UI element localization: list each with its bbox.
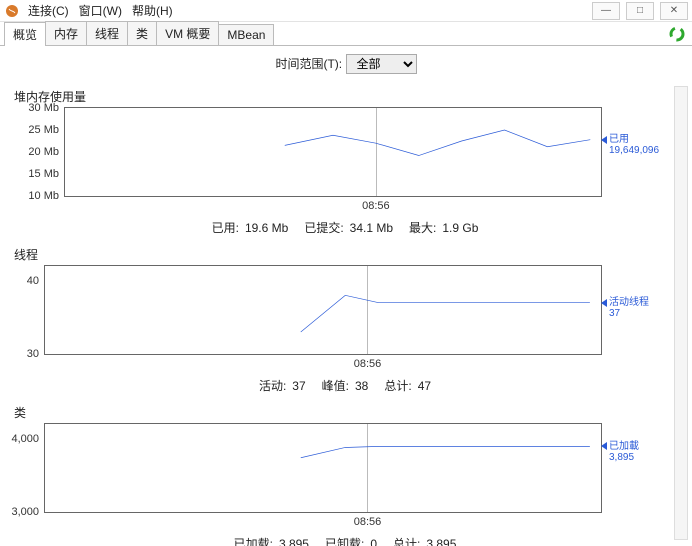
stat-value: 3,895 xyxy=(426,537,456,546)
y-tick: 3,000 xyxy=(11,506,45,518)
stat-value: 38 xyxy=(355,379,368,393)
panel-title-classes: 类 xyxy=(14,404,670,421)
stat-value: 34.1 Mb xyxy=(350,221,393,235)
stat-label: 已加载: xyxy=(234,537,273,546)
stat-label: 总计: xyxy=(393,537,420,546)
stat-value: 37 xyxy=(292,379,305,393)
chart-heap: 10 Mb15 Mb20 Mb25 Mb30 Mb08:56已用19,649,0… xyxy=(10,107,664,217)
window-minimize-button[interactable]: — xyxy=(592,2,620,20)
series-annotation: 活动线程37 xyxy=(601,297,649,319)
chart-classes: 3,000 4,000 08:56 已加載3,895 xyxy=(10,423,664,533)
stat-label: 已用: xyxy=(212,221,239,235)
menu-window[interactable]: 窗口(W) xyxy=(75,0,126,21)
tab-classes[interactable]: 类 xyxy=(127,21,157,45)
stat-label: 活动: xyxy=(259,379,286,393)
stat-value: 3,895 xyxy=(279,537,309,546)
tab-mbean[interactable]: MBean xyxy=(218,24,274,45)
y-tick: 25 Mb xyxy=(11,124,65,136)
plot-area: 10 Mb15 Mb20 Mb25 Mb30 Mb08:56已用19,649,0… xyxy=(64,107,602,197)
chart-threads: 30 40 08:56 活动线程37 xyxy=(10,265,664,375)
window-close-button[interactable]: ✕ xyxy=(660,2,688,20)
menubar: 连接(C) 窗口(W) 帮助(H) — □ ✕ xyxy=(0,0,692,22)
vertical-scrollbar[interactable] xyxy=(674,86,688,540)
stat-label: 峰值: xyxy=(322,379,349,393)
series-annotation: 已用19,649,096 xyxy=(601,134,659,156)
activity-icon xyxy=(668,25,686,43)
y-tick: 20 Mb xyxy=(11,146,65,158)
window-maximize-button[interactable]: □ xyxy=(626,2,654,20)
y-tick: 30 xyxy=(11,348,45,360)
y-tick: 10 Mb xyxy=(11,190,65,202)
series-line xyxy=(65,108,601,196)
tab-threads[interactable]: 线程 xyxy=(86,21,128,45)
tab-memory[interactable]: 内存 xyxy=(45,21,87,45)
x-tick: 08:56 xyxy=(354,516,382,528)
stats-classes: 已加载: 3,895 已卸载: 0 总计: 3,895 xyxy=(4,533,670,546)
stats-threads: 活动: 37 峰值: 38 总计: 47 xyxy=(4,375,670,402)
stat-value: 1.9 Gb xyxy=(442,221,478,235)
stat-label: 总计: xyxy=(384,379,411,393)
java-icon xyxy=(4,3,20,19)
stat-label: 最大: xyxy=(409,221,436,235)
tabbar: 概览 内存 线程 类 VM 概要 MBean xyxy=(0,22,692,46)
y-tick: 15 Mb xyxy=(11,168,65,180)
tab-vm[interactable]: VM 概要 xyxy=(156,21,219,45)
panel-title-threads: 线程 xyxy=(14,246,670,263)
series-annotation: 已加載3,895 xyxy=(601,441,639,463)
y-tick: 4,000 xyxy=(11,433,45,445)
series-line xyxy=(45,424,601,512)
time-range-label: 时间范围(T): xyxy=(275,57,342,71)
x-tick: 08:56 xyxy=(362,200,390,212)
stat-value: 19.6 Mb xyxy=(245,221,288,235)
time-range-row: 时间范围(T): 全部 xyxy=(0,46,692,80)
y-tick: 40 xyxy=(11,275,45,287)
stat-label: 已卸载: xyxy=(325,537,364,546)
stat-value: 0 xyxy=(370,537,377,546)
plot-area: 3,0004,00008:56已加載3,895 xyxy=(44,423,602,513)
panel-title-heap: 堆内存使用量 xyxy=(14,88,670,105)
x-tick: 08:56 xyxy=(354,358,382,370)
menu-help[interactable]: 帮助(H) xyxy=(128,0,177,21)
stat-value: 47 xyxy=(418,379,431,393)
stat-label: 已提交: xyxy=(304,221,343,235)
menu-connect[interactable]: 连接(C) xyxy=(24,0,73,21)
stats-heap: 已用: 19.6 Mb 已提交: 34.1 Mb 最大: 1.9 Gb xyxy=(4,217,670,244)
series-line xyxy=(45,266,601,354)
tab-overview[interactable]: 概览 xyxy=(4,22,46,46)
panels: 堆内存使用量10 Mb15 Mb20 Mb25 Mb30 Mb08:56已用19… xyxy=(4,86,670,546)
time-range-select[interactable]: 全部 xyxy=(346,54,417,74)
plot-area: 304008:56活动线程37 xyxy=(44,265,602,355)
y-tick: 30 Mb xyxy=(11,102,65,114)
